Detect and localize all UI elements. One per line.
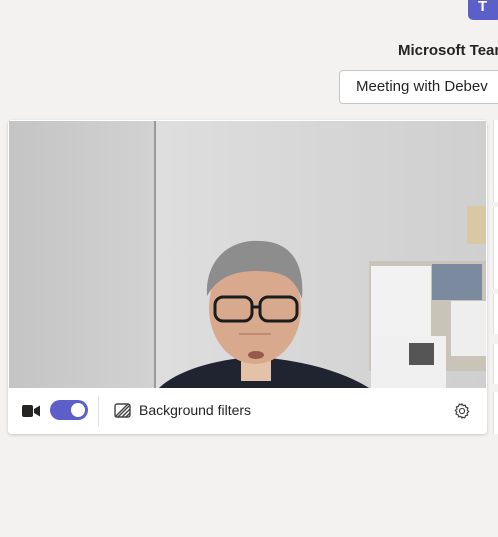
- camera-toggle[interactable]: [50, 400, 88, 420]
- controls-divider: [98, 396, 99, 426]
- side-panel-card: [493, 392, 498, 434]
- teams-logo-icon: T: [468, 0, 498, 20]
- camera-preview: [9, 121, 486, 388]
- background-filters-icon: [114, 403, 131, 418]
- video-camera-icon: [22, 405, 40, 417]
- app-title: Microsoft Teams: [398, 42, 498, 59]
- side-panel-card: [493, 207, 498, 289]
- side-panel-card: [493, 120, 498, 202]
- background-filters-button[interactable]: Background filters: [139, 402, 251, 418]
- side-panel-card: [493, 294, 498, 334]
- video-preview-card: Background filters: [8, 120, 487, 434]
- camera-preview-image: [9, 121, 486, 388]
- toggle-knob: [71, 403, 85, 417]
- side-panel-card: [493, 344, 498, 384]
- preview-controls-bar: Background filters: [8, 388, 487, 434]
- gear-icon[interactable]: [453, 402, 471, 420]
- meeting-title-field[interactable]: Meeting with Debev: [339, 70, 498, 104]
